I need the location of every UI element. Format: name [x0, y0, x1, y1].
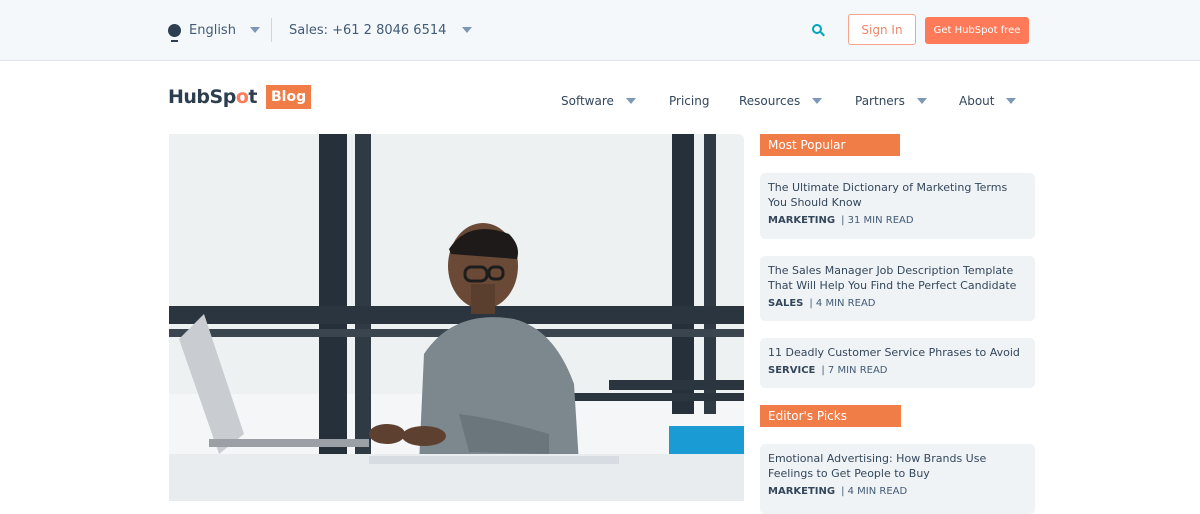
article-title[interactable]: The Ultimate Dictionary of Marketing Ter… [768, 180, 1027, 210]
sales-phone-selector[interactable]: Sales: +61 2 8046 6514 [289, 20, 473, 40]
article-title[interactable]: The Sales Manager Job Description Templa… [768, 263, 1027, 293]
article-category[interactable]: SALES [768, 298, 803, 309]
nav-label: About [959, 94, 995, 108]
get-hubspot-free-button[interactable]: Get HubSpot free [925, 17, 1029, 44]
nav-software[interactable]: Software [561, 92, 636, 110]
chevron-down-icon [249, 27, 260, 33]
article-meta: MARKETING | 31 MIN READ [768, 215, 1027, 226]
nav-label: Resources [739, 94, 801, 108]
globe-icon [168, 23, 181, 42]
hero-illustration [169, 134, 744, 501]
chevron-down-icon [812, 98, 823, 104]
nav-pricing[interactable]: Pricing [669, 92, 709, 110]
sales-phone-label: Sales: +61 2 8046 6514 [289, 22, 447, 38]
divider [271, 18, 272, 42]
article-card[interactable]: Emotional Advertising: How Brands Use Fe… [760, 444, 1035, 514]
nav-label: Pricing [669, 94, 710, 108]
language-selector[interactable]: English [168, 20, 260, 42]
nav-resources[interactable]: Resources [739, 92, 823, 110]
article-meta: SERVICE | 7 MIN READ [768, 365, 1027, 376]
nav-label: Software [561, 94, 614, 108]
chevron-down-icon [916, 98, 927, 104]
article-card[interactable]: 11 Deadly Customer Service Phrases to Av… [760, 338, 1035, 388]
nav-about[interactable]: About [959, 92, 1017, 110]
article-title[interactable]: Emotional Advertising: How Brands Use Fe… [768, 451, 1027, 481]
article-card[interactable]: The Ultimate Dictionary of Marketing Ter… [760, 173, 1035, 239]
article-meta: SALES | 4 MIN READ [768, 298, 1027, 309]
editors-picks-heading: Editor's Picks [760, 405, 901, 427]
chevron-down-icon [462, 27, 473, 33]
blog-badge: Blog [265, 85, 312, 109]
article-title[interactable]: 11 Deadly Customer Service Phrases to Av… [768, 345, 1027, 360]
nav-label: Partners [855, 94, 905, 108]
most-popular-heading: Most Popular [760, 134, 900, 156]
hero-image[interactable] [169, 134, 744, 501]
article-read-time: | 4 MIN READ [809, 298, 876, 309]
article-category[interactable]: MARKETING [768, 486, 835, 497]
search-icon[interactable] [812, 24, 826, 38]
article-category[interactable]: SERVICE [768, 365, 815, 376]
language-label: English [189, 22, 236, 38]
utility-bar: English Sales: +61 2 8046 6514 Sign In G… [0, 0, 1200, 61]
chevron-down-icon [1006, 98, 1017, 104]
article-meta: MARKETING | 4 MIN READ [768, 486, 1027, 497]
nav-partners[interactable]: Partners [855, 92, 927, 110]
article-read-time: | 31 MIN READ [841, 215, 914, 226]
article-read-time: | 4 MIN READ [841, 486, 908, 497]
article-category[interactable]: MARKETING [768, 215, 835, 226]
sprocket-icon: o [235, 86, 249, 108]
hubspot-blog-logo[interactable]: HubSpot Blog [168, 85, 312, 109]
article-read-time: | 7 MIN READ [821, 365, 888, 376]
chevron-down-icon [625, 98, 636, 104]
sign-in-button[interactable]: Sign In [848, 14, 916, 45]
article-card[interactable]: The Sales Manager Job Description Templa… [760, 256, 1035, 321]
hubspot-logo: HubSpot [168, 86, 257, 108]
